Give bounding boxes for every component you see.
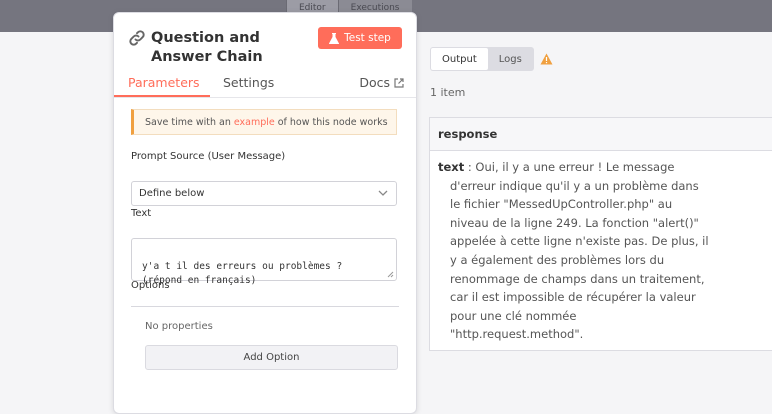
node-panel: Question and Answer Chain Test step Para… bbox=[113, 12, 417, 414]
docs-label: Docs bbox=[359, 75, 390, 90]
response-text-6: y a également des problèmes lors du bbox=[450, 252, 665, 267]
response-text-9: pour une clé nommée bbox=[450, 308, 577, 323]
output-table: response text : Oui, il y a une erreur !… bbox=[429, 117, 772, 351]
resize-handle-icon[interactable] bbox=[387, 271, 394, 278]
response-text-4: niveau de la ligne 249. La fonction "ale… bbox=[450, 215, 699, 230]
text-line-1: y'a t il des erreurs ou problèmes ? bbox=[142, 261, 343, 272]
add-option-button[interactable]: Add Option bbox=[145, 345, 398, 370]
tab-settings[interactable]: Settings bbox=[223, 75, 274, 90]
text-input[interactable]: y'a t il des erreurs ou problèmes ? (rép… bbox=[131, 238, 397, 286]
example-notice: Save time with an example of how this no… bbox=[131, 109, 397, 135]
response-text-2: d'erreur indique qu'il y a un problème d… bbox=[450, 178, 699, 193]
panel-tabs: Parameters Settings Docs bbox=[114, 73, 416, 98]
prompt-source-label: Prompt Source (User Message) bbox=[131, 151, 286, 162]
response-text-3: le fichier "MessedUpController.php" au bbox=[450, 197, 673, 212]
docs-link[interactable]: Docs bbox=[359, 75, 404, 90]
output-tab[interactable]: Output bbox=[431, 48, 488, 70]
test-step-button[interactable]: Test step bbox=[318, 27, 402, 49]
column-header: response bbox=[430, 118, 772, 151]
text-field-label: Text bbox=[131, 208, 152, 219]
flask-icon bbox=[329, 32, 340, 44]
response-text-5: appelée à cette ligne n'existe pas. De p… bbox=[450, 234, 709, 249]
warning-icon[interactable] bbox=[540, 53, 553, 65]
prompt-source-value: Define below bbox=[139, 188, 205, 199]
test-step-label: Test step bbox=[344, 32, 391, 44]
item-count: 1 item bbox=[430, 86, 466, 99]
logs-tab[interactable]: Logs bbox=[488, 48, 533, 70]
response-text-7: renommage de champs dans un traitement, bbox=[450, 271, 705, 286]
link-icon bbox=[129, 30, 145, 46]
example-link[interactable]: example bbox=[234, 117, 275, 128]
response-line: text : Oui, il y a une erreur ! Le messa… bbox=[438, 158, 713, 177]
output-toggle: Output Logs bbox=[430, 47, 534, 71]
active-tab-indicator bbox=[114, 95, 210, 97]
node-title: Question and Answer Chain bbox=[151, 30, 263, 65]
response-cell: text : Oui, il y a une erreur ! Le messa… bbox=[438, 158, 713, 344]
notice-text-end: of how this node works bbox=[277, 116, 388, 128]
chevron-down-icon bbox=[378, 190, 388, 196]
notice-text-start: Save time with an bbox=[145, 116, 231, 128]
response-text-1: : Oui, il y a une erreur ! Le message bbox=[467, 160, 675, 174]
node-header: Question and Answer Chain bbox=[128, 29, 311, 67]
no-properties-text: No properties bbox=[145, 321, 213, 332]
response-text-8: car il est impossible de récupérer la va… bbox=[450, 290, 696, 305]
response-text-10: "http.request.method". bbox=[450, 327, 584, 342]
options-divider bbox=[131, 306, 399, 307]
tab-parameters[interactable]: Parameters bbox=[128, 75, 200, 90]
prompt-source-select[interactable]: Define below bbox=[131, 181, 397, 206]
options-label: Options bbox=[131, 280, 170, 291]
external-link-icon bbox=[394, 77, 404, 88]
response-key: text bbox=[438, 160, 465, 174]
